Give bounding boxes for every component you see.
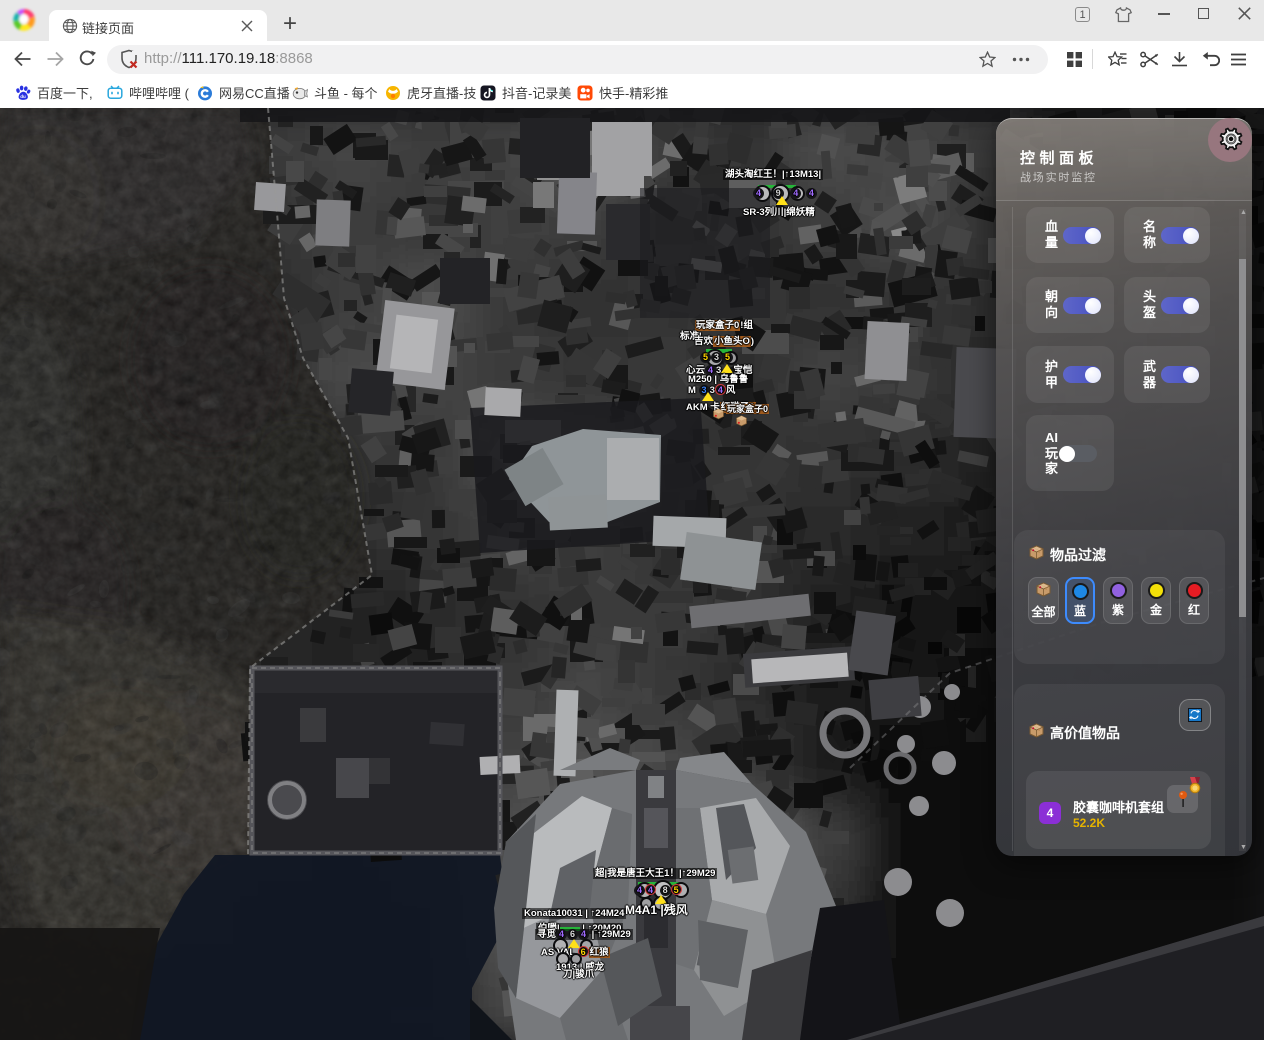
svg-text:du: du [20, 94, 26, 99]
